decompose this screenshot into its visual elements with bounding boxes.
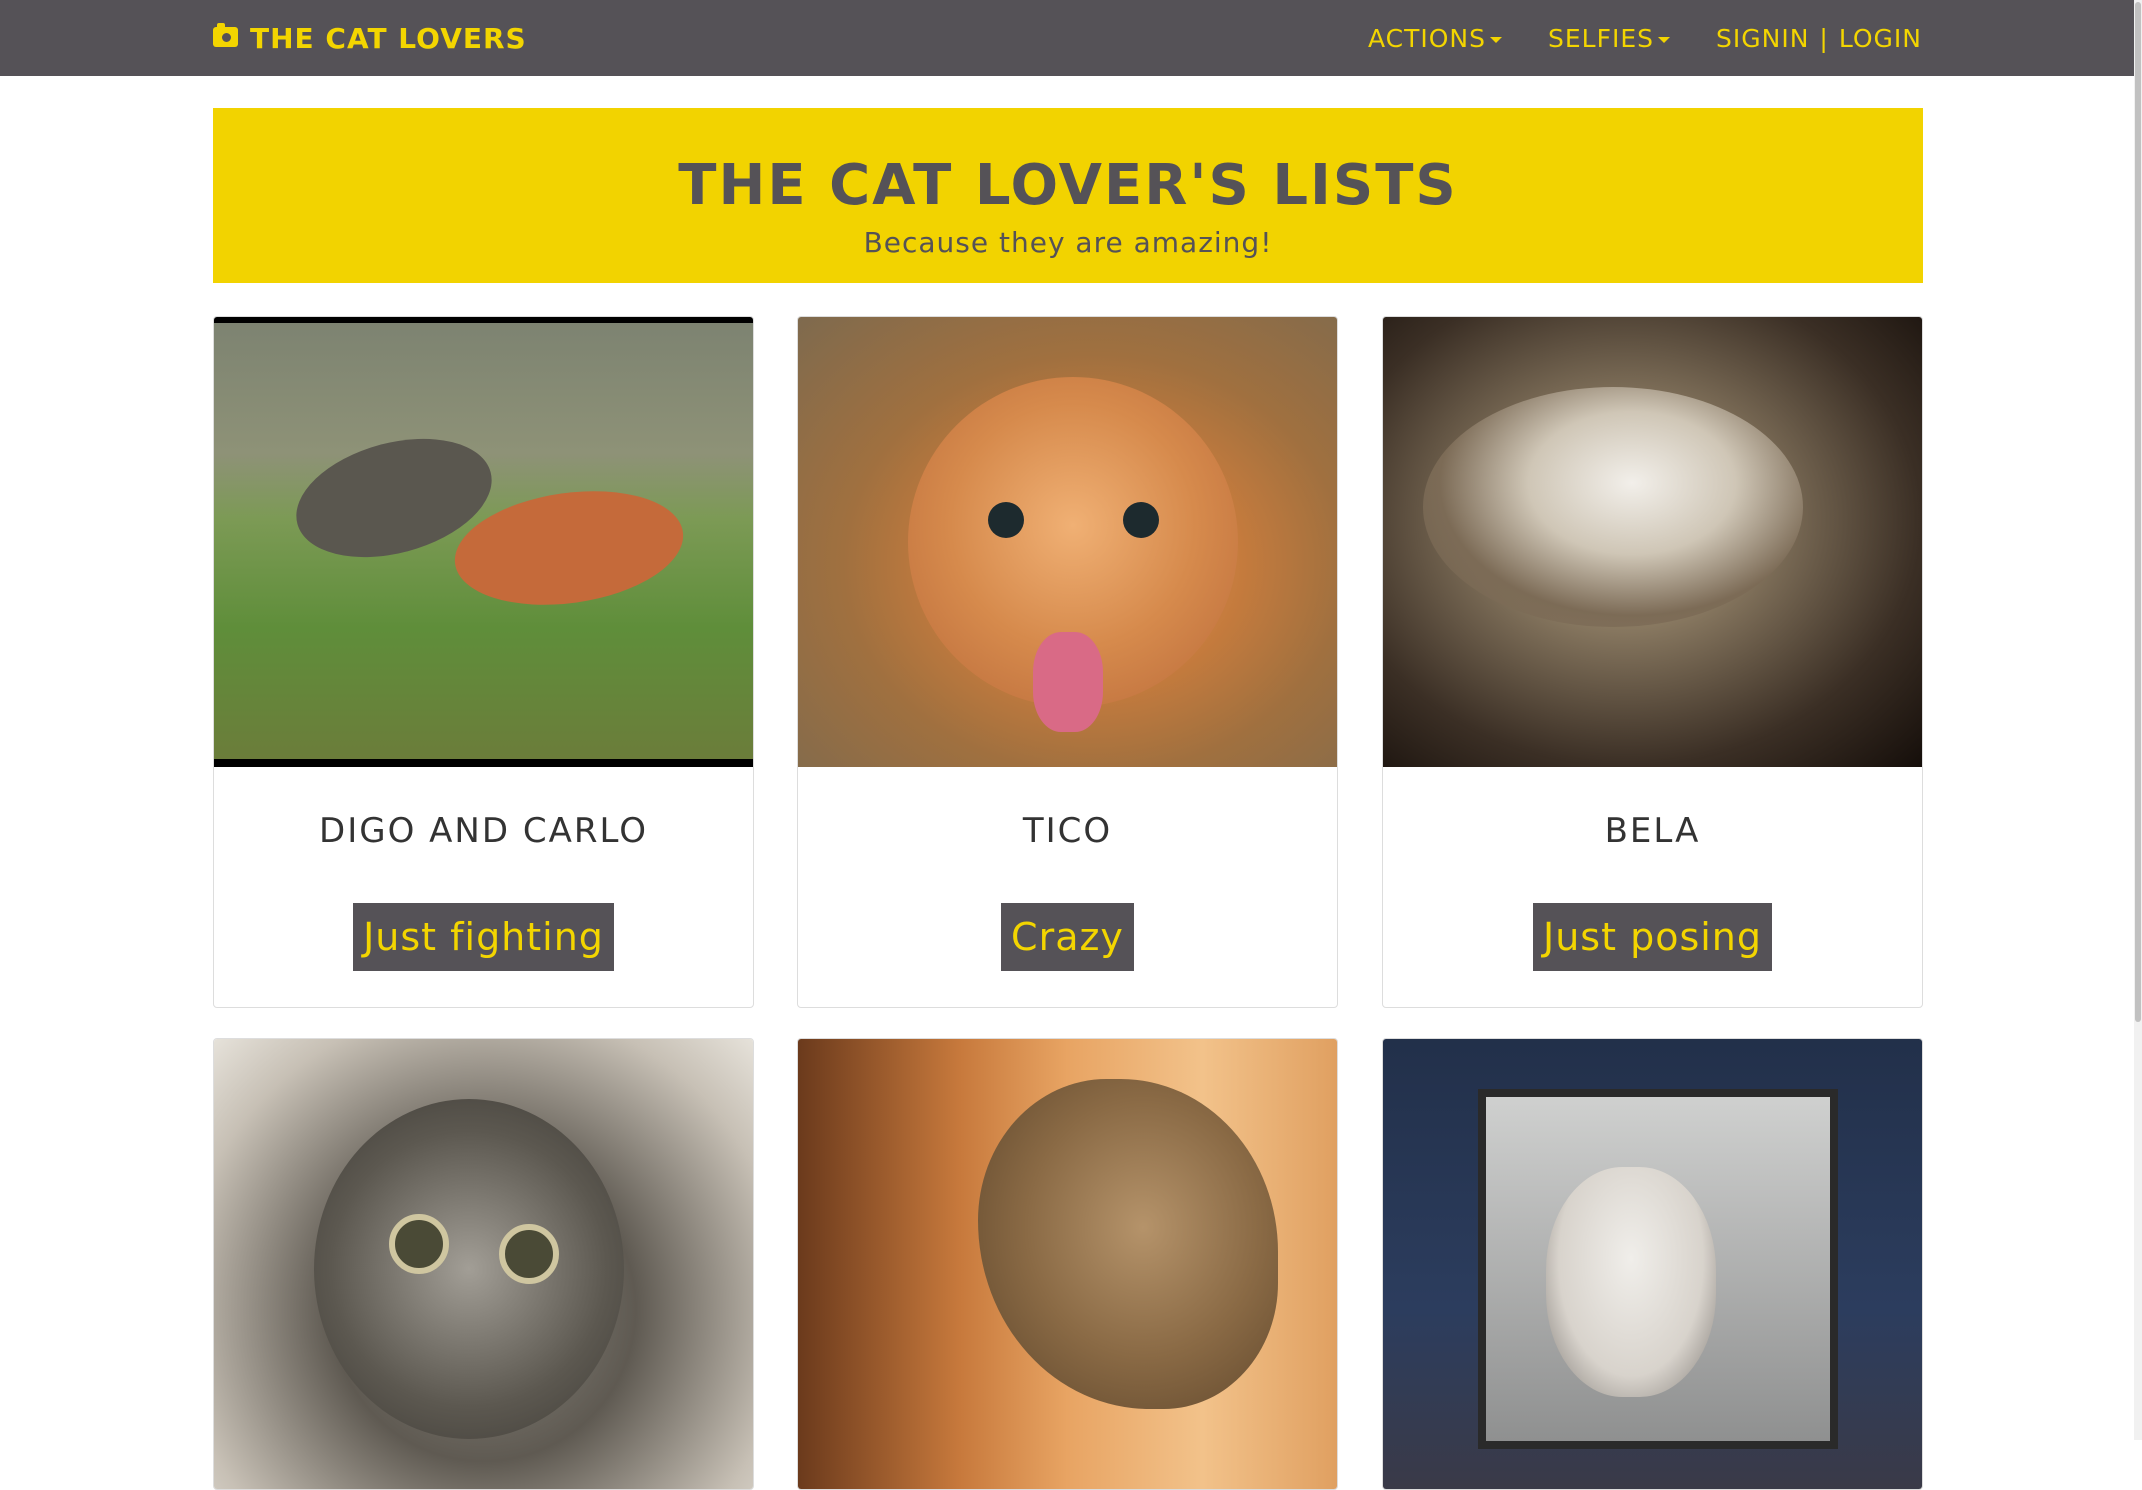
cat-tag-button[interactable]: Crazy: [1001, 903, 1134, 971]
page-scrollbar[interactable]: [2134, 0, 2142, 1440]
cat-shape: [978, 1079, 1278, 1409]
nav-selfies-label: SELFIES: [1547, 23, 1654, 53]
cat-shape: [1546, 1167, 1716, 1397]
cat-name: TICO: [1022, 811, 1113, 851]
nav-dropdown-selfies[interactable]: SELFIES: [1548, 24, 1670, 53]
cat-card: TICO Crazy: [797, 316, 1338, 1008]
cat-name: DIGO AND CARLO: [319, 811, 648, 851]
cat-card: [797, 1038, 1338, 1490]
camera-icon: [213, 23, 238, 47]
cat-photo-box[interactable]: [214, 1039, 753, 1489]
scrollbar-thumb[interactable]: [2135, 2, 2141, 1022]
cat-shape: [314, 1099, 624, 1439]
cat-photo-computer[interactable]: [1383, 1039, 1922, 1489]
brand-title: THE CAT LOVERS: [250, 21, 527, 55]
cat-card: DIGO AND CARLO Just fighting: [213, 316, 754, 1008]
cat-card: [213, 1038, 754, 1490]
cat-tag-button[interactable]: Just fighting: [353, 903, 614, 971]
nav-menu: ACTIONS SELFIES SIGNIN | LOGIN: [1322, 0, 1922, 76]
cat-photo-crazy[interactable]: [798, 317, 1337, 767]
cat-tongue: [1033, 632, 1103, 732]
nav-dropdown-actions[interactable]: ACTIONS: [1368, 24, 1502, 53]
computer-case: [1478, 1089, 1838, 1449]
nav-actions-label: ACTIONS: [1367, 23, 1486, 53]
caret-down-icon: [1489, 36, 1502, 43]
cat-name: BELA: [1604, 811, 1701, 851]
nav-separator: |: [1819, 23, 1829, 53]
tag-wrapper: Just posing: [1383, 903, 1922, 971]
cat-card: [1382, 1038, 1923, 1490]
cat-tag-button[interactable]: Just posing: [1533, 903, 1772, 971]
cat-eye: [499, 1224, 559, 1284]
login-link[interactable]: LOGIN: [1839, 24, 1922, 53]
signin-link[interactable]: SIGNIN: [1716, 24, 1809, 53]
cat-eye: [389, 1214, 449, 1274]
cat-card: BELA Just posing: [1382, 316, 1923, 1008]
cat-photo-fighting[interactable]: [214, 317, 753, 767]
cat-photo-yelling[interactable]: [798, 1039, 1337, 1489]
hero-banner: THE CAT LOVER'S LISTS Because they are a…: [213, 108, 1923, 283]
cat-shape: [1423, 387, 1803, 627]
top-navbar: THE CAT LOVERS ACTIONS SELFIES SIGNIN | …: [0, 0, 2142, 76]
cat-eye: [988, 502, 1024, 538]
nav-auth: SIGNIN | LOGIN: [1716, 24, 1922, 53]
tag-wrapper: Crazy: [798, 903, 1337, 971]
page-title: THE CAT LOVER'S LISTS: [678, 153, 1458, 218]
caret-down-icon: [1658, 36, 1670, 43]
cat-eye: [1123, 502, 1159, 538]
page-subtitle: Because they are amazing!: [863, 226, 1273, 259]
brand-link[interactable]: THE CAT LOVERS: [213, 0, 527, 76]
tag-wrapper: Just fighting: [214, 903, 753, 971]
cat-photo-posing[interactable]: [1383, 317, 1922, 767]
